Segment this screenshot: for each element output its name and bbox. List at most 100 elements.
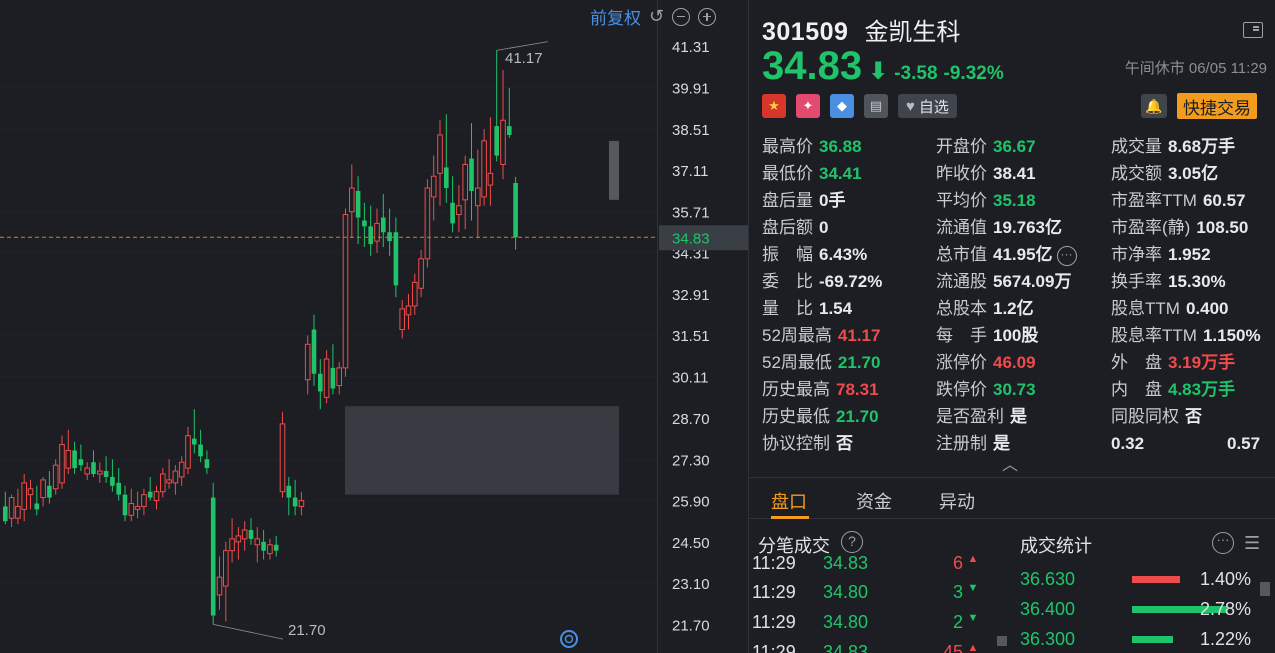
stat-value: 1.952 <box>1168 245 1211 264</box>
tick-trades-list[interactable]: 11:29 34.83 6 ▲ 11:29 34.80 3 ▼ 11:29 34.80 2 ▼ 11:2… <box>749 556 999 653</box>
stat-label: 52周最高 <box>762 326 832 345</box>
zoom-in-icon[interactable] <box>698 7 717 26</box>
adjust-mode-button[interactable]: 前复权 <box>590 4 641 29</box>
stat-item: 总市值 41.95亿 ··· <box>936 244 1077 266</box>
notes-icon[interactable]: ▤ <box>864 94 888 118</box>
chart-toolbar: 前复权 ↺ <box>590 4 717 29</box>
stat-label: 最低价 <box>762 164 813 183</box>
candle-body <box>387 232 392 242</box>
y-tick-label: 24.50 <box>672 535 710 552</box>
tag-icon[interactable]: ◆ <box>830 94 854 118</box>
stat-item: 注册制是 <box>936 433 1010 455</box>
volume-share-bar <box>1132 635 1173 643</box>
bell-icon[interactable]: 🔔 <box>1141 94 1167 118</box>
candle-body <box>336 367 342 387</box>
candle-body <box>15 505 21 519</box>
range-handle <box>609 140 619 200</box>
candle-body <box>424 187 431 260</box>
tab-funds[interactable]: 资金 <box>856 488 892 514</box>
candle-body <box>368 226 373 245</box>
stat-item: 盘后额 0 <box>762 217 828 239</box>
stat-value: 41.17 <box>837 326 881 345</box>
list-view-icon[interactable]: ☰ <box>1244 533 1260 553</box>
price-change-pct: -9.32% <box>943 63 1004 84</box>
stat-item: 内 盘 4.83万手 <box>1111 379 1235 401</box>
tick-time: 11:29 <box>752 612 796 632</box>
stat-label: 委 比 <box>762 272 813 291</box>
help-icon[interactable]: ? <box>841 531 863 553</box>
stat-label: 换手率 <box>1111 272 1162 291</box>
more-icon[interactable]: ··· <box>1212 532 1234 554</box>
kline-chart[interactable]: 41.3139.9138.5137.1135.7134.3132.9131.51… <box>0 0 748 653</box>
tick-price: 34.83 <box>823 642 869 653</box>
candle-body <box>469 158 474 191</box>
tick-row: 11:29 34.83 6 ▲ <box>752 556 983 583</box>
stat-value: 1.150% <box>1202 326 1261 345</box>
stat-label: 注册制 <box>936 434 987 453</box>
locate-icon-inner <box>564 634 574 644</box>
stat-item: 委 比 -69.72% <box>762 271 882 293</box>
stat-item: 是否盈利是 <box>936 406 1027 428</box>
volume-pct: 2.78% <box>1199 598 1251 619</box>
undo-icon[interactable]: ↺ <box>649 6 664 27</box>
stock-code: 301509 <box>762 18 849 46</box>
add-watchlist-button[interactable]: ♥ 自选 <box>898 94 957 118</box>
candle-body <box>462 163 468 201</box>
collapse-chevron-icon[interactable]: ︿ <box>1002 451 1018 475</box>
candle-body <box>147 491 153 498</box>
stat-item: 盘后量 0手 <box>762 190 845 212</box>
candle-body <box>84 467 91 475</box>
quick-trade-button[interactable]: 快捷交易 <box>1177 93 1257 119</box>
stat-value: 0.32 <box>1111 434 1145 453</box>
stat-value: 60.57 <box>1202 191 1246 210</box>
tab-orderbook[interactable]: 盘口 <box>771 488 807 514</box>
candle-body <box>456 205 462 216</box>
candle-body <box>381 217 386 233</box>
y-tick-label: 23.10 <box>672 576 710 593</box>
kline-chart-panel[interactable]: 41.31 39.91 38.51 37.11 35.71 34.31 32.91 31.51… <box>0 0 748 653</box>
stat-value: 0手 <box>819 191 846 210</box>
stat-label: 外 盘 <box>1111 353 1162 372</box>
china-flag-icon[interactable]: ★ <box>762 94 786 118</box>
stat-label: 股息率TTM <box>1111 326 1197 345</box>
candle-body <box>362 220 367 227</box>
more-icon[interactable]: ··· <box>1056 245 1077 266</box>
candle-body <box>216 576 223 596</box>
stat-item: 最低价 34.41 <box>762 163 862 185</box>
badge-row: ★ ✦ ◆ ▤ ♥ 自选 <box>762 94 957 118</box>
margin-icon[interactable]: ✦ <box>796 94 820 118</box>
layout-icon[interactable] <box>1243 22 1263 38</box>
scrollbar[interactable] <box>1260 582 1270 596</box>
stat-label: 每 手 <box>936 326 987 345</box>
stat-extra-value: 0.57 <box>1227 434 1261 453</box>
stat-value: 19.763亿 <box>993 218 1062 237</box>
stat-value: 1.2亿 <box>993 299 1034 318</box>
stat-label: 流通股 <box>936 272 987 291</box>
stat-value: 否 <box>836 434 853 453</box>
scroll-down-button[interactable] <box>997 636 1007 646</box>
candle-body <box>59 444 65 484</box>
candle-body <box>444 167 449 189</box>
volume-pct: 1.22% <box>1199 628 1251 649</box>
locate-icon[interactable] <box>560 630 578 648</box>
tab-anomaly[interactable]: 异动 <box>939 488 975 514</box>
down-triangle-icon: ▼ <box>967 612 979 624</box>
candle-body <box>450 202 455 224</box>
stat-value: 34.41 <box>819 164 862 183</box>
tick-price: 34.80 <box>823 582 869 602</box>
tick-time: 11:29 <box>752 642 796 653</box>
candle-body <box>116 482 121 495</box>
candle-body <box>273 544 279 551</box>
candle-body <box>355 190 361 218</box>
candle-body <box>475 187 481 207</box>
zoom-out-icon[interactable] <box>672 7 691 26</box>
stat-value: 21.70 <box>837 353 881 372</box>
stat-item: 历史最低 21.70 <box>762 406 879 428</box>
up-triangle-icon: ▲ <box>967 556 979 565</box>
current-price-label: 34.83 <box>672 230 710 247</box>
y-tick-label: 32.91 <box>672 287 710 304</box>
volume-stat-row: 36.400 2.78% <box>1020 594 1251 624</box>
stat-value: 5674.09万 <box>993 272 1072 291</box>
y-tick-label: 35.71 <box>672 204 710 221</box>
stat-item: 振 幅 6.43% <box>762 244 867 266</box>
